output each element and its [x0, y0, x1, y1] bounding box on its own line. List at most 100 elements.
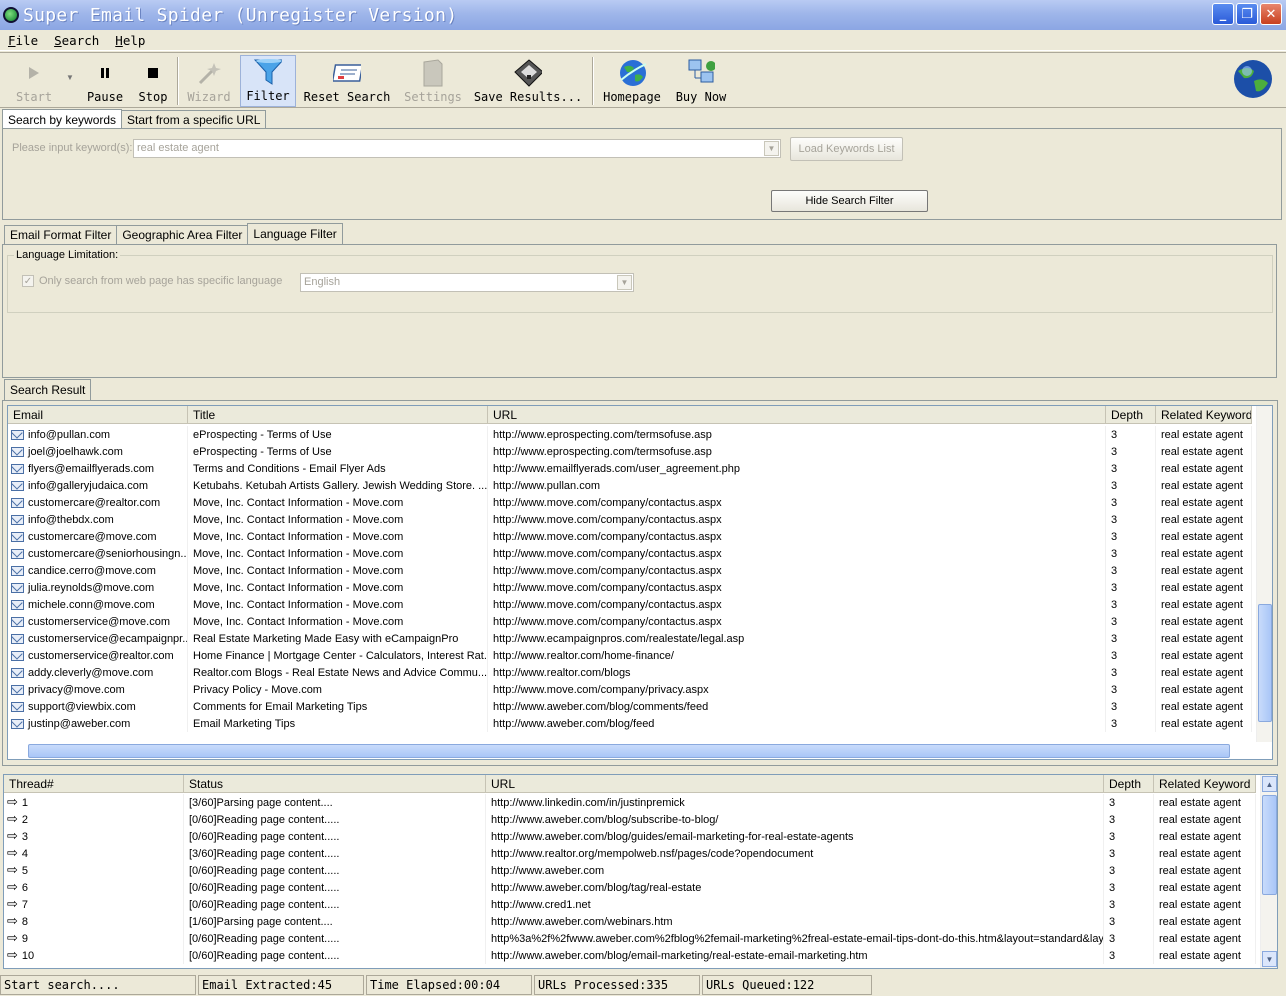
language-select[interactable]: English ▼	[300, 273, 634, 292]
table-row[interactable]: michele.conn@move.com Move, Inc. Contact …	[8, 596, 1252, 613]
language-checkbox[interactable]: ✓	[22, 275, 34, 287]
arrow-right-icon: ⇨	[7, 914, 18, 929]
results-column-depth[interactable]: Depth	[1106, 406, 1156, 424]
table-row[interactable]: ⇨ 7 [0/60]Reading page content..... http://…	[4, 896, 1256, 913]
homepage-button[interactable]: Homepage	[600, 55, 664, 107]
hide-search-filter-button[interactable]: Hide Search Filter	[771, 190, 928, 212]
logo-globe-icon	[1232, 59, 1274, 102]
table-row[interactable]: privacy@move.com Privacy Policy - Move.co…	[8, 681, 1252, 698]
table-row[interactable]: ⇨ 3 [0/60]Reading page content..... http://…	[4, 828, 1256, 845]
table-row[interactable]: customerservice@ecampaignpr... Real Estat…	[8, 630, 1252, 647]
stop-button[interactable]: Stop	[134, 55, 172, 107]
table-row[interactable]: ⇨ 1 [3/60]Parsing page content.... http://w…	[4, 794, 1256, 811]
envelope-icon	[11, 548, 24, 559]
table-row[interactable]: info@pullan.com eProspecting - Terms of U…	[8, 426, 1252, 443]
table-row[interactable]: info@thebdx.com Move, Inc. Contact Inform…	[8, 511, 1252, 528]
scrollbar-thumb[interactable]	[1258, 604, 1272, 722]
table-row[interactable]: info@galleryjudaica.com Ketubahs. Ketubah…	[8, 477, 1252, 494]
cell-text: http://www.linkedin.com/in/justinpremick	[491, 796, 685, 809]
tab-email-format-filter[interactable]: Email Format Filter	[4, 225, 118, 244]
cell-text: justinp@aweber.com	[28, 717, 131, 730]
buy-now-button[interactable]: Buy Now	[672, 55, 730, 107]
pause-button[interactable]: Pause	[82, 55, 128, 107]
menu-file[interactable]: File	[6, 33, 40, 48]
settings-button[interactable]: Settings	[402, 55, 464, 107]
threads-vertical-scrollbar[interactable]: ▲ ▼	[1260, 775, 1277, 968]
reset-search-button[interactable]: Reset Search	[302, 55, 392, 107]
cell-text: real estate agent	[1161, 632, 1243, 645]
table-row[interactable]: customercare@seniorhousingn... Move, Inc.…	[8, 545, 1252, 562]
threads-column-depth[interactable]: Depth	[1104, 775, 1154, 793]
table-row[interactable]: ⇨ 8 [1/60]Parsing page content.... http://w…	[4, 913, 1256, 930]
cell-text: [3/60]Parsing page content....	[189, 796, 333, 809]
cell-text: [0/60]Reading page content.....	[189, 864, 340, 877]
tab-start-from-url[interactable]: Start from a specific URL	[121, 110, 267, 129]
results-column-related-keyword[interactable]: Related Keyword	[1156, 406, 1252, 424]
cell-text: 9	[21, 932, 29, 945]
table-row[interactable]: joel@joelhawk.com eProspecting - Terms of…	[8, 443, 1252, 460]
threads-column-url[interactable]: URL	[486, 775, 1104, 793]
scroll-up-icon[interactable]: ▲	[1262, 776, 1277, 792]
restore-button[interactable]: ❐	[1236, 3, 1258, 25]
scrollbar-thumb[interactable]	[1262, 795, 1277, 895]
cell-text: Move, Inc. Contact Information - Move.co…	[193, 530, 404, 543]
cell-text: real estate agent	[1161, 717, 1243, 730]
cell-text: real estate agent	[1161, 547, 1243, 560]
cell-text: 6	[21, 881, 29, 894]
results-vertical-scrollbar[interactable]	[1256, 406, 1272, 742]
table-row[interactable]: addy.cleverly@move.com Realtor.com Blogs …	[8, 664, 1252, 681]
horizontal-scrollbar[interactable]	[28, 744, 1230, 758]
table-row[interactable]: ⇨ 5 [0/60]Reading page content..... http://…	[4, 862, 1256, 879]
cell-text: real estate agent	[1161, 428, 1243, 441]
chevron-down-icon[interactable]: ▼	[617, 275, 632, 290]
envelope-icon	[11, 650, 24, 661]
results-column-url[interactable]: URL	[488, 406, 1106, 424]
tab-geographic-area-filter[interactable]: Geographic Area Filter	[116, 225, 249, 244]
table-row[interactable]: customercare@realtor.com Move, Inc. Conta…	[8, 494, 1252, 511]
table-row[interactable]: flyers@emailflyerads.com Terms and Condit…	[8, 460, 1252, 477]
load-keywords-button[interactable]: Load Keywords List	[790, 137, 903, 161]
cell-text: Move, Inc. Contact Information - Move.co…	[193, 496, 404, 509]
table-row[interactable]: candice.cerro@move.com Move, Inc. Contact…	[8, 562, 1252, 579]
filter-button[interactable]: Filter	[240, 55, 296, 107]
table-row[interactable]: ⇨ 6 [0/60]Reading page content..... http://…	[4, 879, 1256, 896]
cell-text: 3	[1111, 445, 1118, 458]
table-row[interactable]: ⇨ 9 [0/60]Reading page content..... http%3a…	[4, 930, 1256, 947]
minimize-button[interactable]: _	[1212, 3, 1234, 25]
results-column-title[interactable]: Title	[188, 406, 488, 424]
keyword-input[interactable]: real estate agent ▼	[133, 139, 781, 158]
results-column-email[interactable]: Email	[8, 406, 188, 424]
table-row[interactable]: ⇨ 2 [0/60]Reading page content..... http://…	[4, 811, 1256, 828]
table-row[interactable]: customerservice@move.com Move, Inc. Conta…	[8, 613, 1252, 630]
tab-search-result[interactable]: Search Result	[4, 379, 92, 400]
table-row[interactable]: julia.reynolds@move.com Move, Inc. Contac…	[8, 579, 1252, 596]
table-row[interactable]: ⇨ 10 [0/60]Reading page content..... http:/…	[4, 947, 1256, 964]
threads-column-thread[interactable]: Thread#	[4, 775, 184, 793]
cell-text: 3	[1109, 796, 1116, 809]
save-results-button[interactable]: Save Results...	[472, 55, 584, 107]
start-button[interactable]: Start	[8, 55, 60, 107]
start-dropdown-icon[interactable]: ▼	[66, 73, 74, 82]
threads-column-related-keyword[interactable]: Related Keyword	[1154, 775, 1256, 793]
language-checkbox-label: Only search from web page has specific l…	[39, 275, 283, 287]
table-row[interactable]: ⇨ 4 [3/60]Reading page content..... http://…	[4, 845, 1256, 862]
cell-text: 3	[1111, 428, 1118, 441]
search-mode-tabs: Search by keywords Start from a specific…	[2, 109, 267, 129]
chevron-down-icon[interactable]: ▼	[764, 141, 779, 156]
menu-search[interactable]: Search	[52, 33, 101, 48]
cell-text: http://www.emailflyerads.com/user_agreem…	[493, 462, 741, 475]
table-row[interactable]: customercare@move.com Move, Inc. Contact …	[8, 528, 1252, 545]
scroll-down-icon[interactable]: ▼	[1262, 951, 1277, 967]
tab-language-filter[interactable]: Language Filter	[247, 223, 343, 244]
table-row[interactable]: customerservice@realtor.com Home Finance …	[8, 647, 1252, 664]
language-filter-panel: Language Limitation: ✓ Only search from …	[2, 244, 1277, 378]
tab-search-by-keywords[interactable]: Search by keywords	[2, 109, 123, 129]
cell-text: real estate agent	[1161, 445, 1243, 458]
menu-help[interactable]: Help	[113, 33, 147, 48]
table-row[interactable]: justinp@aweber.com Email Marketing Tips ht…	[8, 715, 1252, 732]
close-button[interactable]: ✕	[1260, 3, 1282, 25]
reset-search-icon	[333, 60, 361, 86]
table-row[interactable]: support@viewbix.com Comments for Email Ma…	[8, 698, 1252, 715]
threads-column-status[interactable]: Status	[184, 775, 486, 793]
wizard-button[interactable]: Wizard	[183, 55, 235, 107]
